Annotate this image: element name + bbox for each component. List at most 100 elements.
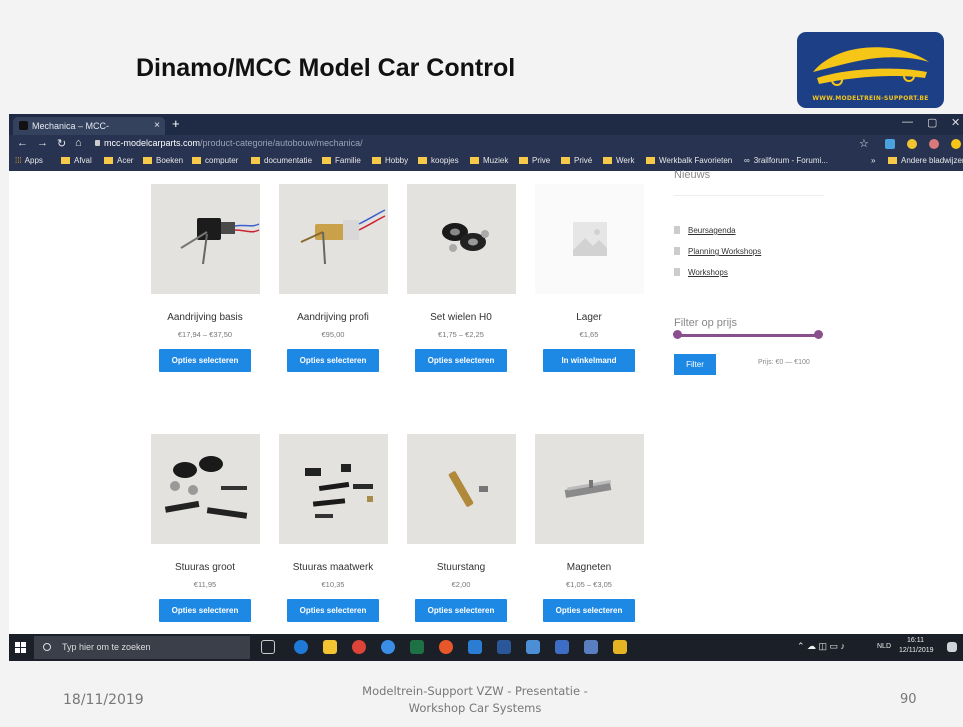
price-slider-track[interactable]	[676, 334, 817, 337]
excel-icon[interactable]	[410, 640, 424, 654]
price-slider-min-handle[interactable]	[673, 330, 682, 339]
select-options-button[interactable]: Opties selecteren	[159, 599, 251, 622]
url-field[interactable]: mcc-modelcarparts.com/product-categorie/…	[104, 138, 363, 148]
app-icon[interactable]	[439, 640, 453, 654]
add-to-cart-button[interactable]: In winkelmand	[543, 349, 635, 372]
bookmark-label: Hobby	[385, 156, 409, 165]
bookmark-prive-2[interactable]: Privé	[561, 156, 592, 165]
product-price: €11,95	[193, 580, 217, 589]
bookmark-label: Afval	[74, 156, 92, 165]
select-options-button[interactable]: Opties selecteren	[415, 599, 507, 622]
bookmark-documentatie[interactable]: documentatie	[251, 156, 312, 165]
bookmark-label: 3railforum - Forumi...	[753, 156, 828, 165]
modeltrein-support-logo: WWW.MODELTREIN-SUPPORT.BE	[797, 32, 944, 108]
select-options-button[interactable]: Opties selecteren	[287, 599, 379, 622]
notifications-icon[interactable]	[947, 642, 957, 652]
bookmark-3railforum[interactable]: ∞ 3railforum - Forumi...	[744, 156, 828, 165]
internet-explorer-icon[interactable]	[381, 640, 395, 654]
select-options-button[interactable]: Opties selecteren	[543, 599, 635, 622]
windows-start-icon[interactable]	[15, 642, 26, 653]
edge-icon[interactable]	[294, 640, 308, 654]
language-indicator[interactable]: NLD	[877, 643, 891, 650]
product-name[interactable]: Stuuras maatwerk	[274, 562, 392, 573]
bookmark-afval[interactable]: Afval	[61, 156, 92, 165]
taskbar-search-input[interactable]: Typ hier om te zoeken	[34, 636, 250, 659]
new-tab-button[interactable]: +	[172, 116, 180, 131]
home-icon[interactable]: ⌂	[75, 137, 82, 149]
url-path: /product-categorie/autobouw/mechanica/	[200, 138, 363, 148]
browser-tab[interactable]: Mechanica – MCC-modelcarparts ×	[13, 117, 165, 149]
address-bar: ← → ↻ ⌂ mcc-modelcarparts.com/product-ca…	[9, 135, 963, 153]
task-view-icon[interactable]	[261, 640, 275, 654]
bookmark-label: computer	[205, 156, 239, 165]
profile-icon[interactable]	[929, 139, 939, 149]
more-bookmarks-icon[interactable]: »	[871, 156, 875, 165]
maximize-icon[interactable]: ▢	[927, 116, 937, 129]
folder-icon	[561, 157, 570, 164]
select-options-button[interactable]: Opties selecteren	[415, 349, 507, 372]
bookmark-andere[interactable]: Andere bladwijzers	[888, 156, 963, 165]
product-image[interactable]	[278, 434, 388, 544]
bookmark-hobby[interactable]: Hobby	[372, 156, 408, 165]
tab-close-icon[interactable]: ×	[154, 117, 160, 135]
app-icon[interactable]	[613, 640, 627, 654]
app-icon[interactable]	[526, 640, 540, 654]
product-image[interactable]	[406, 434, 516, 544]
product-name[interactable]: Magneten	[530, 562, 648, 573]
product-name[interactable]: Lager	[530, 312, 648, 323]
select-options-button[interactable]: Opties selecteren	[287, 349, 379, 372]
product-name[interactable]: Aandrijving basis	[146, 312, 264, 323]
bookmarks-bar: ⁞⁞⁞ Apps Afval Acer Boeken computer docum…	[9, 153, 963, 171]
news-link-beursagenda[interactable]: Beursagenda	[674, 226, 736, 235]
bookmark-koopjes[interactable]: koopjes	[418, 156, 459, 165]
word-icon[interactable]	[497, 640, 511, 654]
product-image[interactable]	[534, 434, 644, 544]
star-icon[interactable]: ☆	[859, 137, 869, 150]
bookmark-acer[interactable]: Acer	[104, 156, 133, 165]
clock-time[interactable]: 16:11	[907, 637, 924, 644]
bookmark-prive[interactable]: Prive	[519, 156, 550, 165]
app-icon[interactable]	[555, 640, 569, 654]
windows-taskbar: Typ hier om te zoeken ⌃ ☁ ◫ ▭ ♪ NLD 16:1…	[9, 634, 963, 661]
minimize-icon[interactable]: —	[902, 116, 913, 128]
bookmark-label: Privé	[574, 156, 593, 165]
menu-icon[interactable]	[951, 139, 961, 149]
bookmark-familie[interactable]: Familie	[322, 156, 361, 165]
bookmark-muziek[interactable]: Muziek	[470, 156, 508, 165]
product-name[interactable]: Aandrijving profi	[274, 312, 392, 323]
product-name[interactable]: Stuurstang	[402, 562, 520, 573]
select-options-button[interactable]: Opties selecteren	[159, 349, 251, 372]
system-tray-icons[interactable]: ⌃ ☁ ◫ ▭ ♪	[797, 641, 845, 652]
product-image[interactable]	[150, 184, 260, 294]
clock-date[interactable]: 12/11/2019	[899, 647, 934, 654]
footer-center-text: Modeltrein-Support VZW - Presentatie - W…	[362, 684, 588, 715]
app-icon[interactable]	[584, 640, 598, 654]
folder-icon	[418, 157, 427, 164]
product-image[interactable]	[278, 184, 388, 294]
product-name[interactable]: Set wielen H0	[402, 312, 520, 323]
forward-icon[interactable]: →	[37, 137, 48, 149]
bookmark-computer[interactable]: computer	[192, 156, 238, 165]
product-image-placeholder[interactable]	[534, 184, 644, 294]
outlook-icon[interactable]	[468, 640, 482, 654]
chrome-icon[interactable]	[352, 640, 366, 654]
close-window-icon[interactable]: ✕	[951, 116, 960, 129]
back-icon[interactable]: ←	[17, 137, 28, 149]
extension-icon[interactable]	[907, 139, 917, 149]
product-name[interactable]: Stuuras groot	[146, 562, 264, 573]
bookmark-apps[interactable]: ⁞⁞⁞ Apps	[15, 156, 43, 165]
product-image[interactable]	[150, 434, 260, 544]
reload-icon[interactable]: ↻	[57, 137, 66, 150]
product-image[interactable]	[406, 184, 516, 294]
bookmark-werkbalk-favorieten[interactable]: Werkbalk Favorieten	[646, 156, 732, 165]
news-link-planning-workshops[interactable]: Planning Workshops	[674, 247, 761, 256]
extension-icon[interactable]	[885, 139, 895, 149]
bookmark-werk[interactable]: Werk	[603, 156, 635, 165]
price-slider-max-handle[interactable]	[814, 330, 823, 339]
folder-icon	[251, 157, 260, 164]
bookmark-boeken[interactable]: Boeken	[143, 156, 183, 165]
filter-button[interactable]: Filter	[674, 354, 716, 375]
site-icon: ∞	[744, 156, 750, 165]
news-link-workshops[interactable]: Workshops	[674, 268, 728, 277]
file-explorer-icon[interactable]	[323, 640, 337, 654]
